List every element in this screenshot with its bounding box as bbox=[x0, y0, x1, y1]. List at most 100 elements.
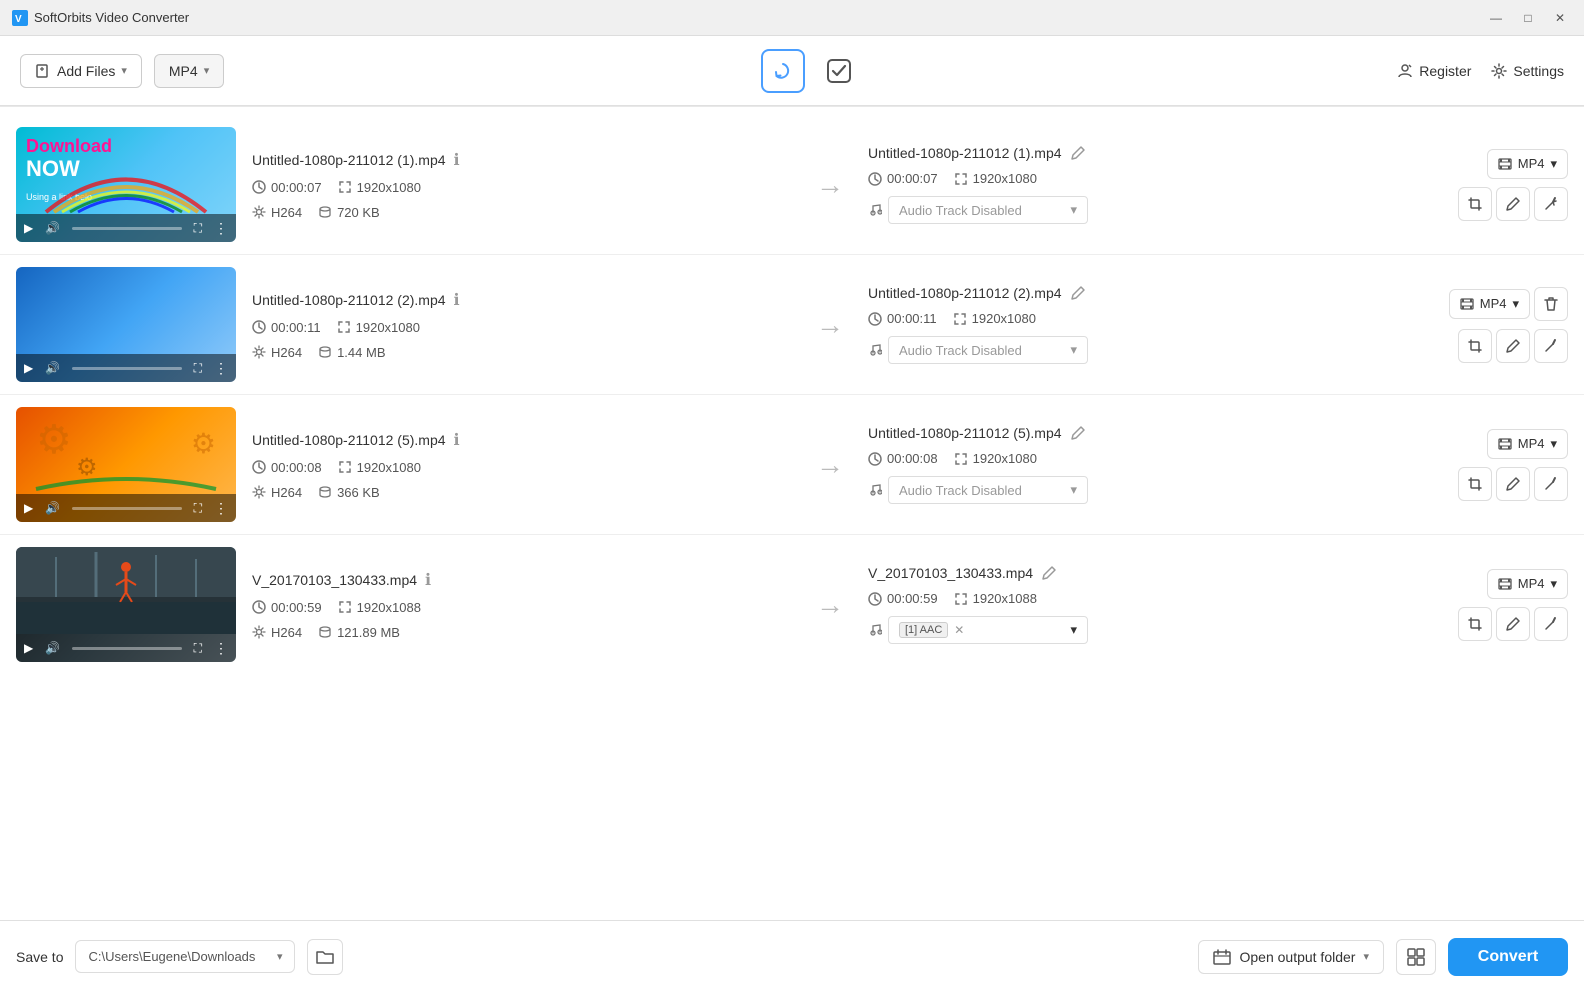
crop-button-3[interactable] bbox=[1458, 467, 1492, 501]
gear-graphic-1: ⚙ bbox=[36, 417, 72, 463]
edit-icon-4[interactable] bbox=[1041, 565, 1057, 581]
info-icon-4[interactable]: ℹ bbox=[425, 570, 431, 590]
source-filename-2: Untitled-1080p-211012 (2).mp4 bbox=[252, 292, 446, 308]
source-resolution-3: 1920x1080 bbox=[357, 460, 421, 475]
output-format-1[interactable]: MP4 ▾ bbox=[1487, 149, 1568, 179]
refresh-button[interactable] bbox=[761, 49, 805, 93]
fullscreen-icon[interactable]: ⛶ bbox=[194, 501, 202, 516]
play-icon[interactable]: ▶ bbox=[24, 361, 33, 375]
source-size-1: 720 KB bbox=[337, 205, 380, 220]
volume-icon[interactable]: 🔊 bbox=[45, 361, 60, 375]
arrow-col-4: → bbox=[800, 589, 860, 621]
play-icon[interactable]: ▶ bbox=[24, 221, 33, 235]
edit-icon-1[interactable] bbox=[1070, 145, 1086, 161]
save-path-display[interactable]: C:\Users\Eugene\Downloads ▾ bbox=[75, 940, 295, 973]
close-button[interactable]: ✕ bbox=[1548, 6, 1572, 30]
format-chevron-2: ▾ bbox=[1512, 296, 1519, 312]
output-info-3: Untitled-1080p-211012 (5).mp4 00:00:08 1… bbox=[860, 421, 1408, 508]
source-codec-3: H264 bbox=[271, 485, 302, 500]
table-row: ▶ 🔊 ⛶ ⋮ Untitled-1080p-211012 (2).mp4 ℹ … bbox=[0, 255, 1584, 395]
browse-folder-button[interactable] bbox=[307, 939, 343, 975]
add-files-chevron[interactable]: ▾ bbox=[121, 64, 127, 77]
audio-track-aac-4[interactable]: [1] AAC ✕ ▾ bbox=[888, 616, 1088, 644]
thumbnail-1[interactable]: DownloadNOW Using a link belo ▶ 🔊 ⛶ ⋮ bbox=[16, 127, 236, 242]
fullscreen-icon[interactable]: ⛶ bbox=[194, 221, 202, 236]
more-icon[interactable]: ⋮ bbox=[214, 360, 228, 377]
check-button[interactable] bbox=[817, 49, 861, 93]
add-files-button[interactable]: Add Files ▾ bbox=[20, 54, 142, 88]
open-output-folder-label: Open output folder bbox=[1239, 949, 1355, 965]
source-resolution-1: 1920x1080 bbox=[357, 180, 421, 195]
resize-icon bbox=[954, 172, 968, 186]
output-resolution-2: 1920x1080 bbox=[972, 311, 1036, 326]
toolbar: Add Files ▾ MP4 ▾ Register bbox=[0, 36, 1584, 106]
wand-button-4[interactable] bbox=[1534, 607, 1568, 641]
edit-button-4[interactable] bbox=[1496, 607, 1530, 641]
info-icon-1[interactable]: ℹ bbox=[454, 150, 460, 170]
volume-icon[interactable]: 🔊 bbox=[45, 501, 60, 515]
thumb-graphic bbox=[36, 157, 216, 217]
fullscreen-icon[interactable]: ⛶ bbox=[194, 361, 202, 376]
output-duration-2: 00:00:11 bbox=[887, 311, 937, 326]
thumb-controls-1: ▶ 🔊 ⛶ ⋮ bbox=[16, 214, 236, 242]
audio-track-dropdown-2[interactable]: Audio Track Disabled ▾ bbox=[888, 336, 1088, 364]
crop-button-1[interactable] bbox=[1458, 187, 1492, 221]
delete-button-2[interactable] bbox=[1534, 287, 1568, 321]
thumb-4-scene bbox=[16, 547, 236, 634]
edit-button-3[interactable] bbox=[1496, 467, 1530, 501]
database-icon bbox=[318, 485, 332, 499]
thumbnail-4[interactable]: ▶ 🔊 ⛶ ⋮ bbox=[16, 547, 236, 662]
audio-track-dropdown-3[interactable]: Audio Track Disabled ▾ bbox=[888, 476, 1088, 504]
edit-icon-2[interactable] bbox=[1070, 285, 1086, 301]
source-info-4: V_20170103_130433.mp4 ℹ 00:00:59 1920x10… bbox=[236, 566, 800, 644]
play-icon[interactable]: ▶ bbox=[24, 501, 33, 515]
wand-button-3[interactable] bbox=[1534, 467, 1568, 501]
volume-icon[interactable]: 🔊 bbox=[45, 641, 60, 655]
edit-button-1[interactable] bbox=[1496, 187, 1530, 221]
edit-icon-3[interactable] bbox=[1070, 425, 1086, 441]
crop-button-2[interactable] bbox=[1458, 329, 1492, 363]
register-label: Register bbox=[1419, 63, 1471, 79]
crop-button-4[interactable] bbox=[1458, 607, 1492, 641]
open-output-folder-button[interactable]: Open output folder ▾ bbox=[1198, 940, 1384, 974]
audio-track-dropdown-1[interactable]: Audio Track Disabled ▾ bbox=[888, 196, 1088, 224]
music-icon-3 bbox=[868, 483, 882, 497]
maximize-button[interactable]: □ bbox=[1516, 6, 1540, 30]
wand-icon bbox=[1543, 196, 1559, 212]
arrow-col-1: → bbox=[800, 169, 860, 201]
output-format-4[interactable]: MP4 ▾ bbox=[1487, 569, 1568, 599]
output-format-3[interactable]: MP4 ▾ bbox=[1487, 429, 1568, 459]
table-row: ⚙ ⚙ ⚙ ▶ 🔊 ⛶ ⋮ Untitled-1080p-211012 (5).… bbox=[0, 395, 1584, 535]
convert-button[interactable]: Convert bbox=[1448, 938, 1568, 976]
format-actions-3: MP4 ▾ bbox=[1408, 429, 1568, 501]
grid-view-button[interactable] bbox=[1396, 939, 1436, 975]
source-info-3: Untitled-1080p-211012 (5).mp4 ℹ 00:00:08… bbox=[236, 426, 800, 504]
remove-audio-tag[interactable]: ✕ bbox=[954, 623, 964, 637]
bottom-bar: Save to C:\Users\Eugene\Downloads ▾ Open… bbox=[0, 920, 1584, 992]
wand-button-2[interactable] bbox=[1534, 329, 1568, 363]
register-button[interactable]: Register bbox=[1397, 63, 1471, 79]
database-icon bbox=[318, 625, 332, 639]
info-icon-2[interactable]: ℹ bbox=[454, 290, 460, 310]
music-icon-2 bbox=[868, 343, 882, 357]
resize-icon bbox=[954, 592, 968, 606]
edit-button-2[interactable] bbox=[1496, 329, 1530, 363]
thumbnail-3[interactable]: ⚙ ⚙ ⚙ ▶ 🔊 ⛶ ⋮ bbox=[16, 407, 236, 522]
volume-icon[interactable]: 🔊 bbox=[45, 221, 60, 235]
settings-button[interactable]: Settings bbox=[1491, 63, 1564, 79]
wand-button-1[interactable] bbox=[1534, 187, 1568, 221]
info-icon-3[interactable]: ℹ bbox=[454, 430, 460, 450]
play-icon[interactable]: ▶ bbox=[24, 641, 33, 655]
output-format-2[interactable]: MP4 ▾ bbox=[1449, 289, 1530, 319]
minimize-button[interactable]: — bbox=[1484, 6, 1508, 30]
thumbnail-2[interactable]: ▶ 🔊 ⛶ ⋮ bbox=[16, 267, 236, 382]
more-icon[interactable]: ⋮ bbox=[214, 220, 228, 237]
source-size-4: 121.89 MB bbox=[337, 625, 400, 640]
add-files-icon bbox=[35, 63, 51, 79]
more-icon[interactable]: ⋮ bbox=[214, 500, 228, 517]
format-button[interactable]: MP4 ▾ bbox=[154, 54, 224, 88]
fullscreen-icon[interactable]: ⛶ bbox=[194, 641, 202, 656]
more-icon[interactable]: ⋮ bbox=[214, 640, 228, 657]
resize-icon bbox=[337, 320, 351, 334]
grid-icon bbox=[1407, 948, 1425, 966]
